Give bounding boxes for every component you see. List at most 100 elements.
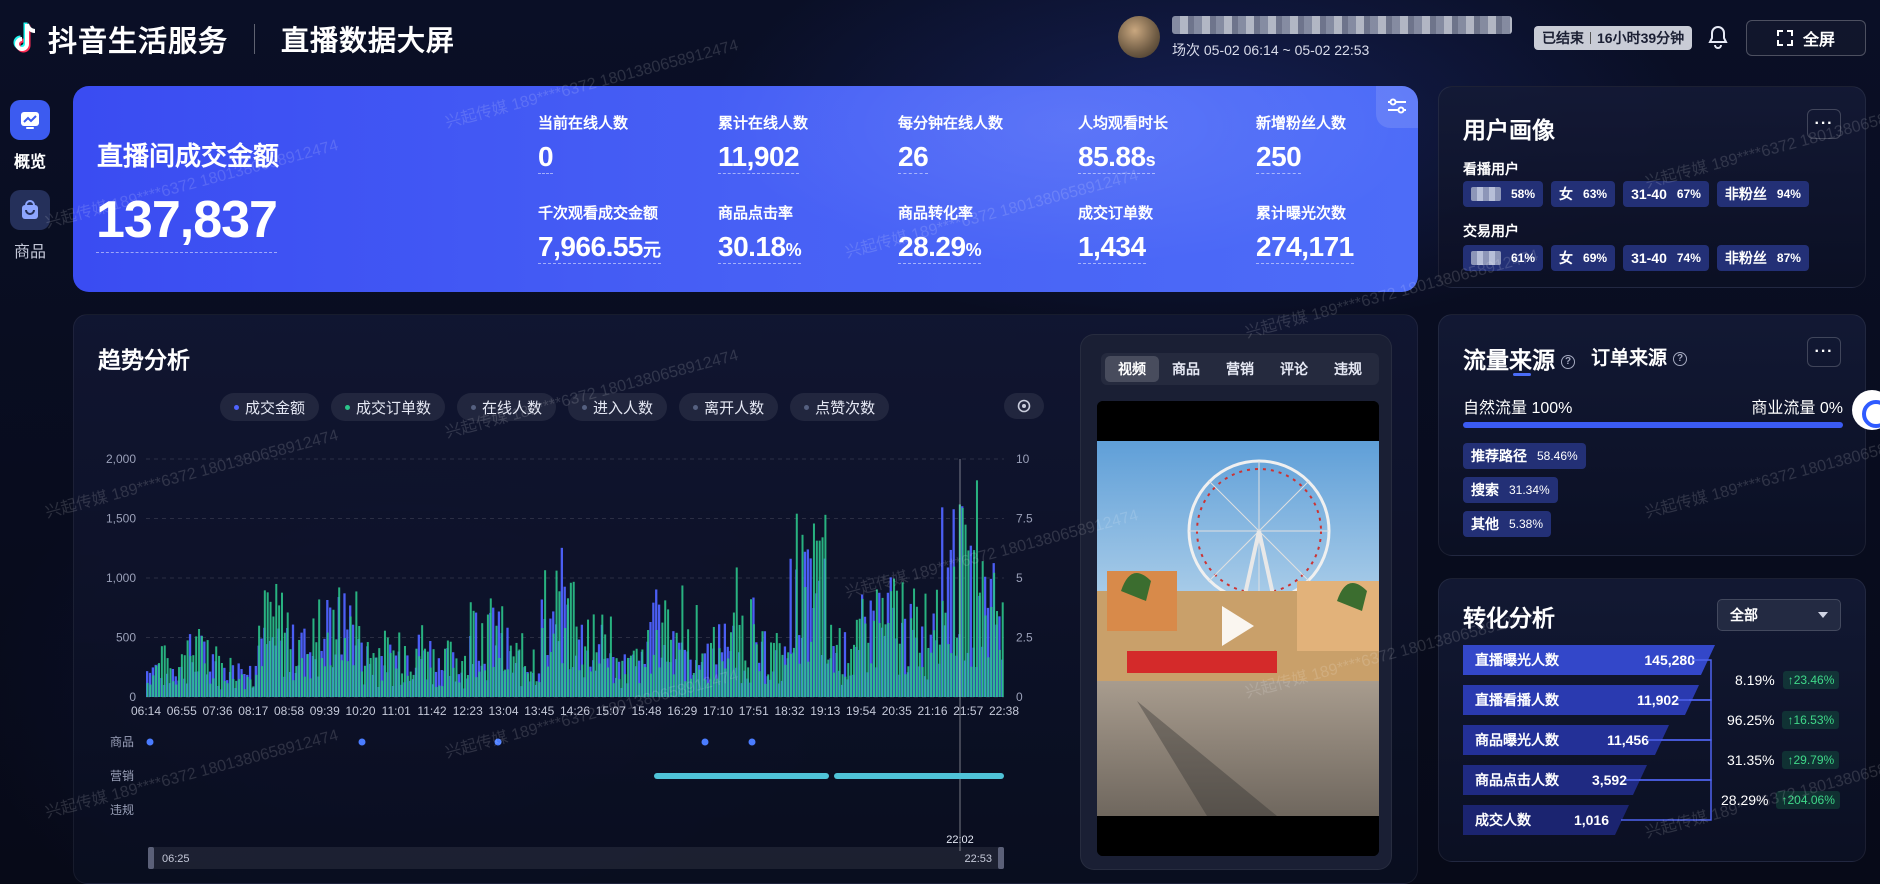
bar-orders bbox=[309, 678, 312, 697]
video-player[interactable] bbox=[1097, 401, 1379, 856]
x-tick: 13:04 bbox=[488, 704, 518, 718]
tab-traffic-source[interactable]: 流量来源? bbox=[1463, 341, 1575, 375]
header-divider bbox=[254, 24, 256, 54]
bar-orders bbox=[375, 657, 378, 697]
tab-comments[interactable]: 评论 bbox=[1267, 356, 1321, 382]
bar-orders bbox=[501, 606, 504, 697]
path-search: 搜索 31.34% bbox=[1463, 477, 1558, 503]
bell-icon[interactable] bbox=[1706, 24, 1730, 50]
bar-orders bbox=[295, 666, 298, 697]
tab-video[interactable]: 视频 bbox=[1105, 356, 1159, 382]
bar-orders bbox=[240, 674, 243, 697]
bar-orders bbox=[289, 649, 292, 697]
metric-new-followers[interactable]: 新增粉丝人数 250 bbox=[1256, 112, 1346, 174]
bar-orders bbox=[781, 654, 784, 697]
bar-orders bbox=[581, 664, 584, 697]
traffic-split-bar bbox=[1463, 422, 1843, 428]
metric-product-cvr[interactable]: 商品转化率 28.29% bbox=[898, 202, 982, 264]
tab-violations[interactable]: 违规 bbox=[1321, 356, 1375, 382]
bar-orders bbox=[944, 612, 947, 697]
bar-orders bbox=[372, 653, 375, 697]
bar-orders bbox=[549, 651, 552, 697]
y-tick-left: 1,500 bbox=[106, 512, 136, 526]
bar-orders bbox=[249, 679, 252, 697]
bar-orders bbox=[492, 666, 495, 697]
tab-marketing[interactable]: 营销 bbox=[1213, 356, 1267, 382]
bar-orders bbox=[275, 583, 278, 697]
metric-product-ctr[interactable]: 商品点击率 30.18% bbox=[718, 202, 802, 264]
fullscreen-button[interactable]: 全屏 bbox=[1746, 20, 1866, 56]
metric-total-online[interactable]: 累计在线人数 11,902 bbox=[718, 112, 808, 174]
rate-4: 28.29% ↑204.06% bbox=[1721, 791, 1840, 809]
bar-orders bbox=[315, 642, 318, 697]
bar-orders bbox=[200, 636, 203, 697]
bar-orders bbox=[893, 578, 896, 697]
x-tick: 17:51 bbox=[739, 704, 769, 718]
metric-current-online[interactable]: 当前在线人数 0 bbox=[538, 112, 628, 174]
bar-orders bbox=[180, 654, 183, 697]
play-icon[interactable] bbox=[1222, 606, 1254, 646]
bar-orders bbox=[1001, 602, 1004, 697]
blurred-region bbox=[1471, 187, 1501, 201]
bar-orders bbox=[381, 680, 384, 697]
help-icon[interactable]: ? bbox=[1673, 351, 1688, 366]
y-tick-right: 2.5 bbox=[1016, 631, 1033, 645]
range-handle-start bbox=[148, 847, 154, 869]
nav-item-products[interactable]: 商品 bbox=[0, 190, 60, 262]
bar-orders bbox=[575, 626, 578, 697]
tag-fan: 非粉丝 87% bbox=[1716, 245, 1809, 271]
bar-orders bbox=[283, 632, 286, 697]
gmv-label: 直播间成交金额 bbox=[97, 141, 280, 171]
bar-orders bbox=[704, 679, 707, 697]
tab-order-source[interactable]: 订单来源? bbox=[1591, 343, 1688, 370]
bar-orders bbox=[235, 680, 238, 697]
bar-orders bbox=[824, 514, 827, 697]
traffic-more-button[interactable]: ··· bbox=[1807, 337, 1841, 367]
trend-chart[interactable]: 0 0 500 2.5 1,000 5 1,500 7.5 2,000 10 06:14 06:55 0… bbox=[74, 415, 1084, 884]
bar-orders bbox=[770, 642, 773, 697]
profile-more-button[interactable]: ··· bbox=[1807, 109, 1841, 139]
range-handle-end bbox=[998, 847, 1004, 869]
metric-online-per-minute[interactable]: 每分钟在线人数 26 bbox=[898, 112, 1003, 174]
nav-item-overview[interactable]: 概览 bbox=[0, 100, 60, 172]
bar-orders bbox=[312, 618, 315, 697]
nav-label-products: 商品 bbox=[13, 244, 46, 261]
avatar[interactable] bbox=[1118, 16, 1160, 58]
x-tick: 11:01 bbox=[382, 704, 411, 718]
bar-orders bbox=[744, 660, 747, 697]
metric-gpm[interactable]: 千次观看成交金额 7,966.55元 bbox=[538, 202, 661, 264]
bar-orders bbox=[850, 648, 853, 697]
bar-orders bbox=[166, 658, 169, 697]
metric-orders[interactable]: 成交订单数 1,434 bbox=[1078, 202, 1153, 264]
bar-orders bbox=[566, 598, 569, 697]
y-tick-left: 1,000 bbox=[106, 571, 136, 585]
metric-value: 26 bbox=[898, 141, 929, 174]
shopping-bag-icon bbox=[10, 190, 50, 230]
bar-orders bbox=[895, 590, 898, 697]
rate-value: 28.29% bbox=[1721, 792, 1769, 808]
kpi-hero-card: 直播间成交金额 137,837 当前在线人数 0 累计在线人数 11,902 每… bbox=[73, 86, 1418, 292]
help-icon[interactable]: ? bbox=[1561, 354, 1575, 369]
bar-orders bbox=[764, 683, 767, 697]
metric-impressions[interactable]: 累计曝光次数 274,171 bbox=[1256, 202, 1354, 264]
bar-orders bbox=[409, 671, 412, 697]
bar-orders bbox=[698, 669, 701, 697]
legend-dot bbox=[345, 404, 351, 410]
bar-orders bbox=[146, 682, 149, 697]
natural-traffic-label: 自然流量 100% bbox=[1463, 400, 1573, 417]
metric-avg-watch-time[interactable]: 人均观看时长 85.88s bbox=[1078, 112, 1168, 174]
metric-settings-button[interactable] bbox=[1376, 86, 1418, 128]
event-product-dot bbox=[748, 738, 756, 746]
bar-orders bbox=[967, 550, 970, 697]
bar-orders bbox=[515, 642, 518, 697]
tab-products[interactable]: 商品 bbox=[1159, 356, 1213, 382]
bar-orders bbox=[512, 656, 515, 697]
funnel-connector bbox=[1621, 779, 1712, 821]
bar-orders bbox=[243, 689, 246, 697]
bar-orders bbox=[884, 624, 887, 697]
bar-orders bbox=[933, 630, 936, 697]
gmv-value[interactable]: 137,837 bbox=[96, 190, 278, 253]
bar-orders bbox=[953, 566, 956, 697]
bar-orders bbox=[218, 655, 221, 697]
bar-orders bbox=[215, 646, 218, 697]
